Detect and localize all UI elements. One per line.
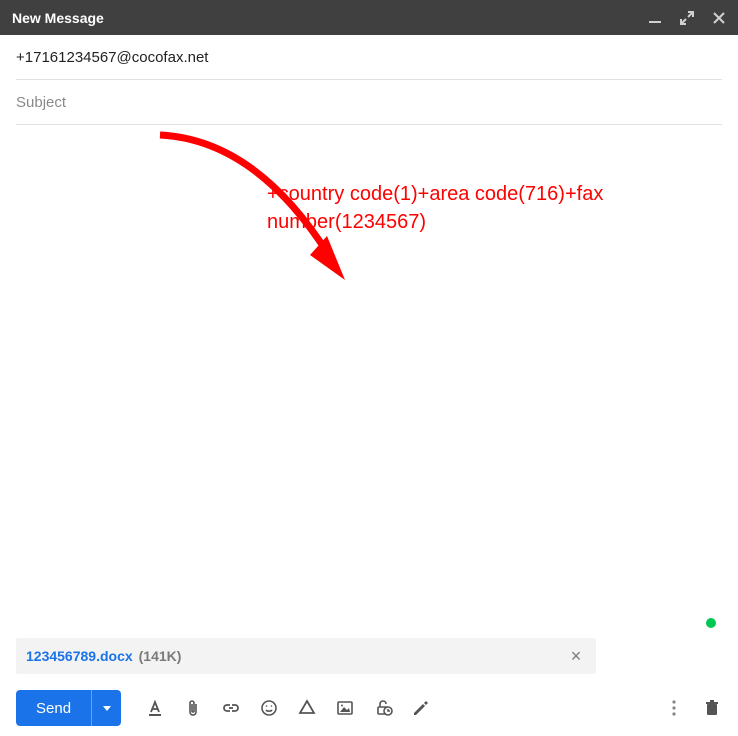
format-toolbar — [145, 698, 431, 718]
attach-file-icon[interactable] — [183, 698, 203, 718]
attachment-chip[interactable]: 123456789.docx (141K) × — [16, 638, 596, 674]
confidential-icon[interactable] — [373, 698, 393, 718]
compose-title: New Message — [12, 10, 104, 26]
more-options-icon[interactable] — [664, 698, 684, 718]
compose-fields: +17161234567@cocofax.net Subject — [0, 35, 738, 125]
to-field[interactable]: +17161234567@cocofax.net — [16, 35, 722, 80]
send-group: Send — [16, 690, 121, 726]
attachment-size: (141K) — [139, 648, 182, 664]
close-icon[interactable] — [712, 11, 726, 25]
compose-header: New Message — [0, 0, 738, 35]
toolbar-right — [664, 698, 722, 718]
presence-indicator — [706, 618, 716, 628]
header-window-controls — [648, 11, 726, 25]
expand-icon[interactable] — [680, 11, 694, 25]
signature-icon[interactable] — [411, 698, 431, 718]
compose-body[interactable]: +country code(1)+area code(716)+fax numb… — [0, 125, 738, 638]
minimize-icon[interactable] — [648, 11, 662, 25]
discard-draft-icon[interactable] — [702, 698, 722, 718]
send-more-button[interactable] — [91, 690, 121, 726]
attachment-remove-icon[interactable]: × — [566, 646, 586, 667]
to-value: +17161234567@cocofax.net — [16, 49, 208, 66]
insert-link-icon[interactable] — [221, 698, 241, 718]
annotation-text: +country code(1)+area code(716)+fax numb… — [267, 180, 697, 236]
send-button[interactable]: Send — [16, 690, 91, 726]
drive-icon[interactable] — [297, 698, 317, 718]
insert-photo-icon[interactable] — [335, 698, 355, 718]
format-text-icon[interactable] — [145, 698, 165, 718]
subject-placeholder: Subject — [16, 94, 66, 111]
emoji-icon[interactable] — [259, 698, 279, 718]
attachment-name: 123456789.docx — [26, 648, 133, 664]
compose-toolbar: Send — [0, 680, 738, 736]
subject-field[interactable]: Subject — [16, 80, 722, 125]
